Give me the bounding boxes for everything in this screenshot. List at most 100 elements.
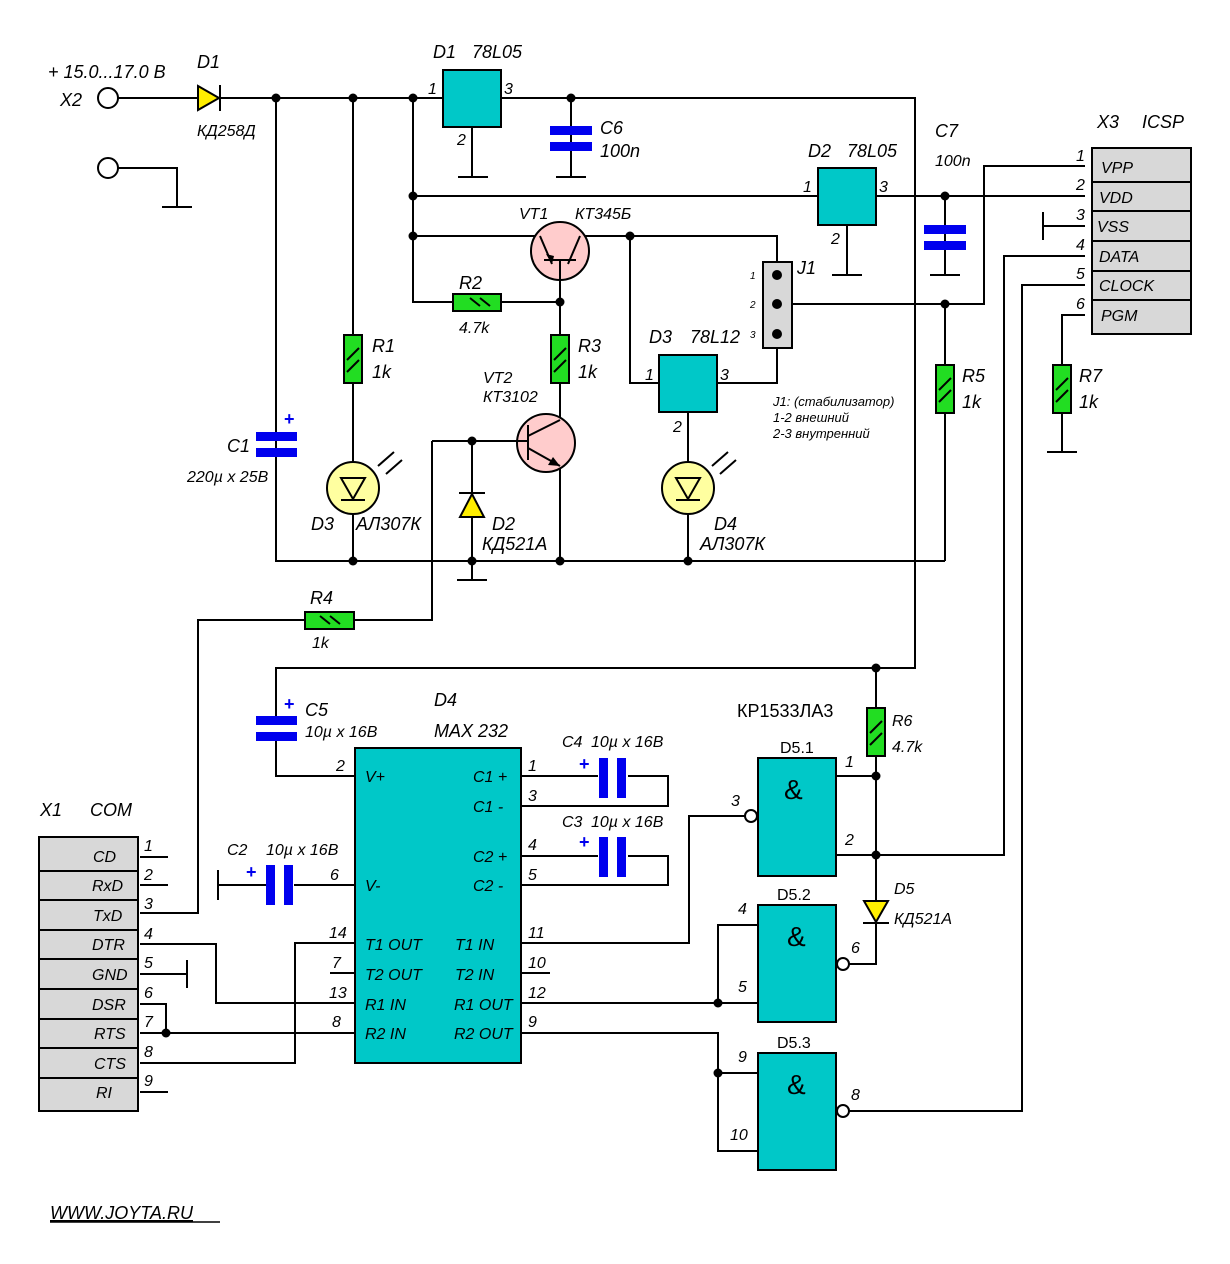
vt2-part: КТ3102 (483, 389, 538, 406)
r4-resistor: R4 1k (304, 588, 355, 652)
r6-value: 4.7k (892, 739, 923, 756)
nand-symbol: & (787, 921, 806, 952)
npn-transistor-icon (516, 413, 576, 473)
pin-name: DTR (92, 937, 125, 954)
pin-name: C2 - (473, 878, 503, 895)
pin-number: 2 (1075, 177, 1085, 194)
pin-number: 1 (845, 754, 854, 771)
d5-diode-ref: D5 (894, 881, 915, 898)
pin-number: 1 (1076, 148, 1085, 165)
pin-name: R1 OUT (454, 997, 514, 1014)
d1-reg-part: 78L05 (472, 42, 523, 62)
r1-ref: R1 (372, 336, 395, 356)
d2-diode-ref: D2 (492, 514, 515, 534)
led-d3: D3 АЛ307К (311, 451, 422, 534)
pin-number: 8 (144, 1044, 153, 1061)
pin-label: 1 (750, 271, 756, 282)
pin-label: 2 (749, 300, 756, 311)
pin-name: GND (92, 967, 128, 984)
pin-number: 11 (528, 925, 545, 942)
pin-number: 5 (738, 979, 747, 996)
pin-label: 1 (803, 179, 812, 196)
vt2-transistor: VT2 КТ3102 (483, 370, 576, 473)
pin-number: 6 (1076, 296, 1085, 313)
r3-value: 1k (578, 362, 598, 382)
pin-label: 1 (645, 367, 654, 384)
nand-symbol: & (784, 774, 803, 805)
pin-name: VSS (1097, 219, 1129, 236)
pin-label: 3 (879, 179, 888, 196)
r4-value: 1k (312, 635, 330, 652)
website-link[interactable]: WWW.JOYTA.RU (50, 1203, 194, 1223)
r5-value: 1k (962, 392, 982, 412)
inverter-bubble-icon (744, 809, 758, 823)
pin-number: 6 (144, 985, 153, 1002)
c2-value: 10µ x 16В (266, 842, 339, 859)
gate-d5-1: D5.1 & 1 2 3 (731, 740, 854, 877)
gate-ref: D5.1 (780, 740, 814, 757)
x2-ref: X2 (59, 90, 82, 110)
pin-name: R1 IN (365, 997, 406, 1014)
pin-name: DATA (1099, 249, 1139, 266)
pin-number: 1 (144, 838, 153, 855)
max232-part: MAX 232 (434, 721, 508, 741)
d1-diode-part: КД258Д (197, 123, 256, 140)
d2-reg-part: 78L05 (847, 141, 898, 161)
diode-icon (197, 84, 222, 112)
pin-number: 2 (844, 832, 854, 849)
pin-number: 1 (528, 758, 537, 775)
pin-number: 2 (143, 867, 153, 884)
c2-ref: C2 (227, 842, 248, 859)
d3-reg-part: 78L12 (690, 327, 740, 347)
d2-reg-ref: D2 (808, 141, 831, 161)
d3-reg-ref: D3 (649, 327, 672, 347)
vt1-part: КТ345Б (575, 206, 631, 223)
c3-capacitor: + C3 10µ x 16В (562, 814, 664, 877)
diode-icon (458, 491, 486, 518)
plus-icon: + (284, 694, 295, 714)
r3-ref: R3 (578, 336, 601, 356)
d1-regulator: D1 78L05 1 2 3 (428, 42, 523, 149)
led-d3-part: АЛ307К (355, 514, 422, 534)
pin-number: 4 (144, 926, 153, 943)
j1-note: J1: (стабилизатор) (772, 394, 894, 409)
r6-resistor: R6 4.7k (866, 707, 923, 757)
plus-icon: + (246, 862, 257, 882)
pin-name: TxD (93, 908, 123, 925)
pin-name: C1 + (473, 769, 507, 786)
x3-ref: X3 (1096, 112, 1119, 132)
terminal-icon (97, 87, 119, 109)
pin-name: T1 IN (455, 937, 495, 954)
r5-ref: R5 (962, 366, 986, 386)
j1-jumper[interactable]: 1 2 3 J1 J1: (стабилизатор) 1-2 внешний … (749, 258, 894, 441)
r3-resistor: R3 1k (550, 334, 601, 384)
pin-number: 14 (329, 925, 347, 942)
c6-value: 100n (600, 141, 640, 161)
pin-name: RxD (92, 878, 124, 895)
c7-ref: C7 (935, 121, 959, 141)
diode-icon (862, 900, 890, 925)
gate-d5-2: D5.2 & 4 5 6 (738, 887, 860, 1023)
c4-ref: C4 (562, 734, 583, 751)
r6-ref: R6 (892, 713, 913, 730)
c4-value: 10µ x 16В (591, 734, 664, 751)
x1-pin-names: CD RxD TxD DTR GND DSR RTS CTS RI (92, 849, 128, 1102)
led-icon (661, 461, 715, 515)
pin-number: 3 (528, 788, 537, 805)
led-d4: D4 АЛ307К (661, 451, 766, 554)
led-icon (326, 461, 380, 515)
d5-diode-part: КД521А (894, 911, 952, 928)
pin-number: 8 (851, 1087, 860, 1104)
pin-number: 8 (332, 1014, 341, 1031)
pin-number: 4 (1076, 237, 1085, 254)
pin-number: 2 (335, 758, 345, 775)
d2-regulator: D2 78L05 1 2 3 (803, 141, 898, 248)
inverter-bubble-icon (836, 957, 850, 971)
c2-capacitor: + C2 10µ x 16В (227, 842, 339, 905)
c1-value: 220µ x 25В (186, 469, 269, 486)
pin-number: 5 (1076, 266, 1085, 283)
r1-value: 1k (372, 362, 392, 382)
r7-value: 1k (1079, 392, 1099, 412)
pin-name: T1 OUT (365, 937, 423, 954)
pin-number: 6 (330, 867, 339, 884)
